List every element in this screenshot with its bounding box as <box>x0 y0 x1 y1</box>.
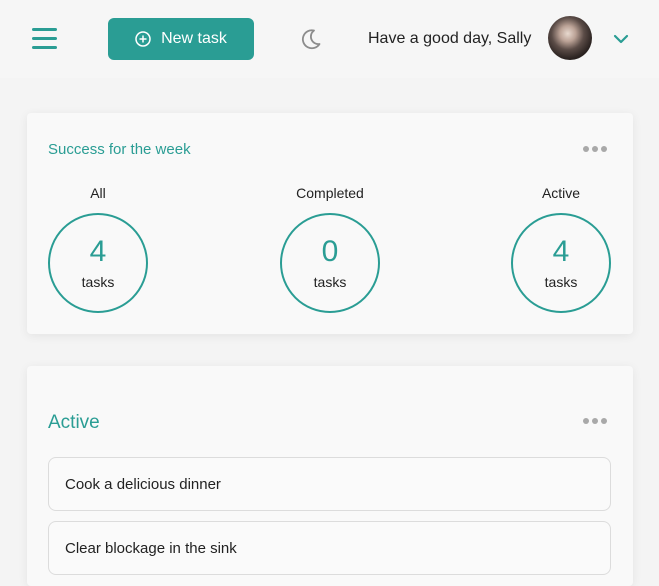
more-dots-icon[interactable] <box>583 145 609 153</box>
card-title: Active <box>48 412 100 433</box>
new-task-label: New task <box>161 30 227 47</box>
stat-unit: tasks <box>544 274 578 290</box>
weekly-success-card: Success for the week All 4 tasks Complet… <box>27 113 633 334</box>
stat-circle: 4 tasks <box>511 213 611 313</box>
stat-all: All 4 tasks <box>48 185 148 313</box>
card-title: Success for the week <box>48 141 191 158</box>
stat-label: Completed <box>296 185 364 201</box>
active-tasks-card: Active Cook a delicious dinner Clear blo… <box>27 366 633 586</box>
plus-circle-icon <box>135 31 151 47</box>
stat-value: 4 <box>89 235 107 268</box>
stat-completed: Completed 0 tasks <box>280 185 380 313</box>
stat-circle: 4 tasks <box>48 213 148 313</box>
moon-icon[interactable] <box>299 27 323 51</box>
new-task-button[interactable]: New task <box>108 18 254 60</box>
stat-active: Active 4 tasks <box>511 185 611 313</box>
stat-value: 4 <box>552 235 570 268</box>
stat-label: Active <box>541 185 581 201</box>
stat-unit: tasks <box>313 274 347 290</box>
top-bar: New task Have a good day, Sally <box>0 0 659 78</box>
stat-value: 0 <box>321 235 339 268</box>
avatar[interactable] <box>548 16 592 60</box>
stat-circle: 0 tasks <box>280 213 380 313</box>
greeting-text: Have a good day, Sally <box>368 30 532 47</box>
stat-label: All <box>90 185 106 201</box>
more-dots-icon[interactable] <box>583 417 609 425</box>
task-item[interactable]: Cook a delicious dinner <box>48 457 611 511</box>
hamburger-menu-icon[interactable] <box>32 28 57 49</box>
stat-unit: tasks <box>81 274 115 290</box>
task-item[interactable]: Clear blockage in the sink <box>48 521 611 575</box>
chevron-down-icon[interactable] <box>611 29 631 49</box>
